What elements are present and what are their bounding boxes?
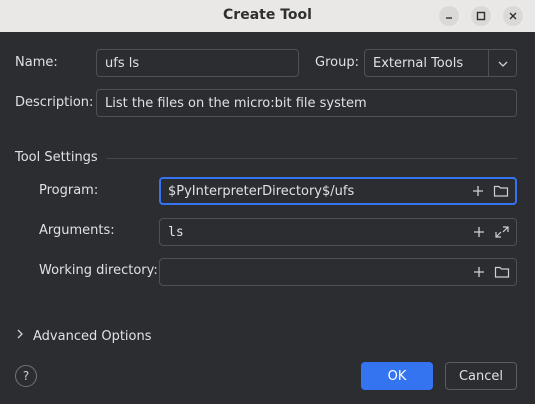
expand-icon[interactable] (494, 225, 510, 239)
maximize-button[interactable] (471, 6, 491, 26)
advanced-options-label: Advanced Options (33, 328, 152, 344)
folder-icon[interactable] (493, 184, 509, 198)
minimize-button[interactable] (439, 6, 459, 26)
group-label: Group: (315, 55, 359, 70)
working-directory-label: Working directory: (39, 263, 158, 278)
arguments-label: Arguments: (39, 223, 115, 238)
insert-macro-icon[interactable] (471, 184, 485, 198)
working-directory-field[interactable] (159, 258, 517, 286)
chevron-down-icon[interactable] (497, 58, 509, 73)
ok-button[interactable]: OK (361, 362, 433, 390)
minimize-icon (444, 11, 454, 21)
group-combobox[interactable]: External Tools (364, 49, 517, 77)
group-value: External Tools (373, 55, 464, 71)
chevron-right-icon (15, 328, 25, 344)
folder-icon[interactable] (494, 265, 510, 279)
arguments-field[interactable]: ls (159, 218, 517, 246)
help-icon: ? (22, 369, 30, 383)
cancel-button[interactable]: Cancel (445, 362, 517, 390)
close-icon (508, 11, 518, 21)
name-value: ufs ls (105, 55, 140, 71)
tool-settings-title: Tool Settings (15, 150, 98, 165)
arguments-value: ls (168, 224, 184, 240)
help-button[interactable]: ? (15, 365, 37, 387)
description-label: Description: (15, 95, 94, 110)
section-divider (106, 158, 517, 159)
name-field[interactable]: ufs ls (96, 49, 299, 77)
program-label: Program: (39, 183, 99, 198)
title-bar: Create Tool (0, 0, 535, 32)
name-label: Name: (15, 55, 58, 70)
maximize-icon (476, 11, 486, 21)
description-value: List the files on the micro:bit file sys… (105, 95, 367, 111)
description-field[interactable]: List the files on the micro:bit file sys… (96, 89, 517, 117)
combo-separator (488, 50, 489, 76)
close-button[interactable] (503, 6, 523, 26)
program-value: $PyInterpreterDirectory$/ufs (168, 183, 355, 199)
insert-macro-icon[interactable] (472, 265, 486, 279)
advanced-options-toggle[interactable]: Advanced Options (15, 328, 152, 344)
insert-macro-icon[interactable] (472, 225, 486, 239)
program-field[interactable]: $PyInterpreterDirectory$/ufs (159, 177, 517, 205)
